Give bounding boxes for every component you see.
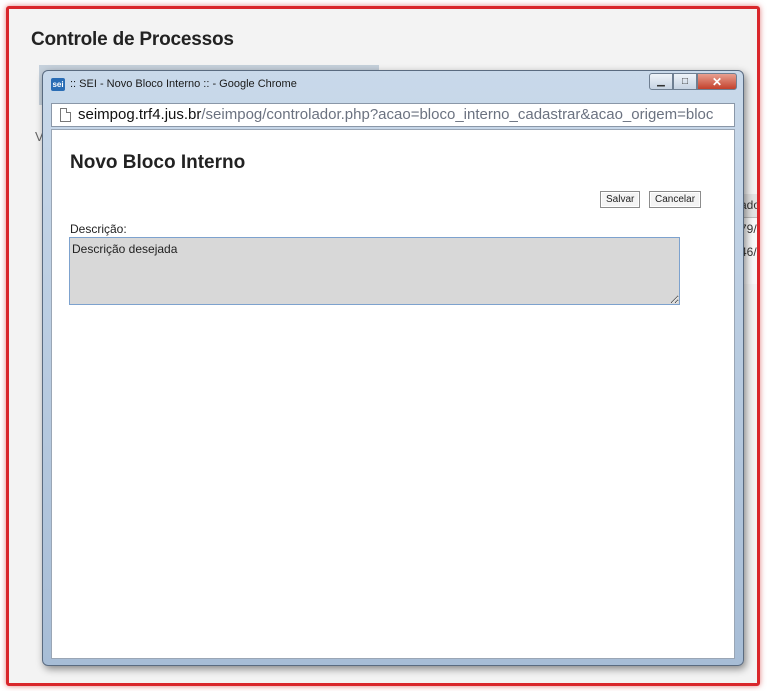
close-button[interactable]: ✕ [697,73,737,90]
description-field[interactable]: Descrição desejada [69,237,680,305]
chrome-popup-window: sei :: SEI - Novo Bloco Interno :: - Goo… [42,70,744,666]
maximize-icon: □ [681,76,689,87]
close-icon: ✕ [711,74,723,89]
url-path: /seimpog/controlador.php?acao=bloco_inte… [201,106,714,123]
save-button[interactable]: Salvar [600,191,641,208]
sei-app-icon: sei [51,78,65,91]
cancel-button[interactable]: Cancelar [649,191,702,208]
page-content: Novo Bloco Interno Salvar Cancelar Descr… [51,129,735,659]
window-titlebar[interactable]: sei :: SEI - Novo Bloco Interno :: - Goo… [43,71,743,99]
description-label: Descrição: [70,222,127,236]
maximize-button[interactable]: □ [673,73,697,90]
page-icon [60,108,71,122]
window-controls: ▁ □ ✕ [649,73,737,90]
form-title: Novo Bloco Interno [70,152,246,173]
minimize-button[interactable]: ▁ [649,73,673,90]
minimize-icon: ▁ [657,76,665,87]
url-text[interactable]: seimpog.trf4.jus.br/seimpog/controlador.… [78,106,713,123]
address-bar[interactable]: seimpog.trf4.jus.br/seimpog/controlador.… [51,103,735,127]
window-title: :: SEI - Novo Bloco Interno :: - Google … [70,78,297,90]
url-host: seimpog.trf4.jus.br [78,106,202,123]
page-title: Controle de Processos [31,29,234,50]
